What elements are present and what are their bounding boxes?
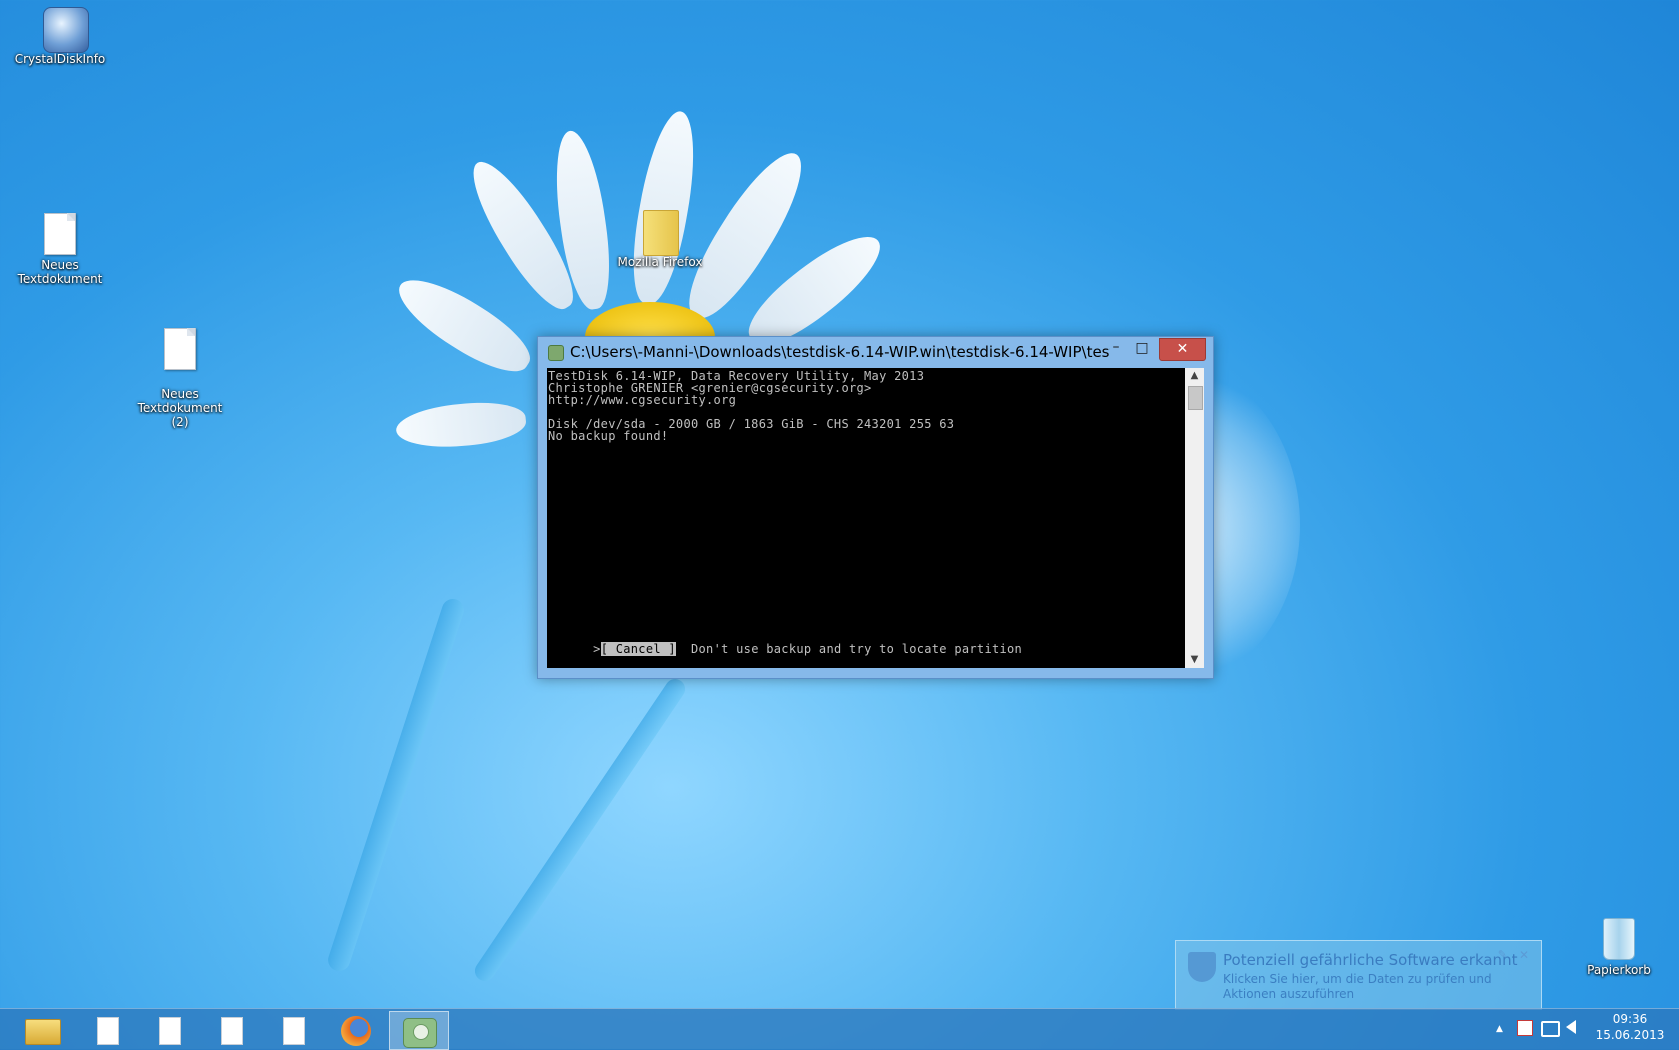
testdisk-app-icon (548, 345, 564, 361)
system-clock[interactable]: 09:36 15.06.2013 (1590, 1011, 1670, 1043)
close-button[interactable]: ✕ (1159, 338, 1206, 361)
desktop-icon-label: Neues Textdokument (2) (137, 387, 223, 429)
taskbar-testdisk[interactable] (389, 1011, 449, 1050)
clock-time: 09:36 (1612, 1012, 1648, 1026)
taskbar: ▲ 09:36 15.06.2013 (0, 1008, 1679, 1050)
folder-icon (643, 210, 679, 256)
crystaldiskinfo-icon (43, 7, 89, 53)
testdisk-console-window[interactable]: C:\Users\-Manni-\Downloads\testdisk-6.14… (537, 336, 1214, 679)
desktop-icon-papierkorb[interactable]: Papierkorb (1559, 918, 1679, 977)
text-document-icon (164, 328, 196, 370)
taskbar-text-document-2[interactable] (139, 1011, 197, 1048)
notification-title: Potenziell gefährliche Software erkannt (1223, 951, 1518, 969)
taskbar-text-document-1[interactable] (77, 1011, 135, 1048)
action-center-flag-icon[interactable] (1517, 1020, 1533, 1036)
desktop-icon-label: Neues Textdokument (17, 258, 103, 286)
taskbar-file-explorer[interactable] (13, 1011, 71, 1048)
text-document-icon (159, 1017, 181, 1045)
desktop-icon-crystaldiskinfo[interactable]: CrystalDiskInfo (0, 7, 120, 66)
desktop-icon-label: CrystalDiskInfo (14, 52, 106, 66)
testdisk-icon (403, 1018, 437, 1048)
notification-close-button[interactable]: ✕ (1519, 948, 1529, 962)
recycle-bin-icon (1603, 918, 1635, 960)
security-shield-icon (1188, 952, 1216, 982)
desktop-icon-label: Mozilla Firefox (617, 255, 703, 269)
maximize-button[interactable]: □ (1129, 338, 1155, 359)
scroll-down-arrow[interactable]: ▼ (1185, 652, 1204, 668)
window-title: C:\Users\-Manni-\Downloads\testdisk-6.14… (570, 343, 1110, 361)
console-prompt: > (593, 642, 601, 656)
console-menu-row: >[ Cancel ] (548, 631, 676, 667)
network-icon[interactable] (1541, 1021, 1560, 1037)
desktop-icon-neues-textdokument-2[interactable]: Neues Textdokument (2) (120, 314, 240, 443)
desktop-icon-mozilla-firefox[interactable]: Mozilla Firefox (600, 210, 720, 269)
clock-date: 15.06.2013 (1595, 1028, 1665, 1042)
desktop-icon-label: Papierkorb (1587, 963, 1651, 977)
taskbar-text-document-4[interactable] (263, 1011, 321, 1048)
volume-speaker-icon[interactable] (1566, 1020, 1576, 1034)
scroll-up-arrow[interactable]: ▲ (1185, 368, 1204, 384)
console-line: http://www.cgsecurity.org (548, 393, 737, 407)
scroll-thumb[interactable] (1188, 386, 1203, 410)
text-document-icon (221, 1017, 243, 1045)
taskbar-firefox[interactable] (327, 1011, 385, 1048)
console-output[interactable]: TestDisk 6.14-WIP, Data Recovery Utility… (547, 368, 1185, 668)
console-hint: Don't use backup and try to locate parti… (691, 642, 1023, 656)
cancel-option[interactable]: [ Cancel ] (600, 642, 676, 656)
text-document-icon (44, 213, 76, 255)
security-notification[interactable]: Potenziell gefährliche Software erkannt … (1175, 940, 1542, 1010)
text-document-icon (283, 1017, 305, 1045)
text-document-icon (97, 1017, 119, 1045)
firefox-icon (341, 1016, 371, 1046)
console-scrollbar[interactable]: ▲ ▼ (1185, 368, 1204, 668)
tray-overflow-chevron-icon[interactable]: ▲ (1496, 1024, 1503, 1034)
minimize-button[interactable]: – (1103, 338, 1129, 359)
notification-body: Klicken Sie hier, um die Daten zu prüfen… (1223, 972, 1492, 1001)
window-titlebar[interactable]: C:\Users\-Manni-\Downloads\testdisk-6.14… (538, 337, 1213, 367)
desktop-icon-neues-textdokument[interactable]: Neues Textdokument (0, 213, 120, 286)
folder-icon (25, 1019, 61, 1045)
taskbar-text-document-3[interactable] (201, 1011, 259, 1048)
notification-settings-icon[interactable]: ✎ (1498, 948, 1507, 961)
console-line: No backup found! (548, 429, 669, 443)
